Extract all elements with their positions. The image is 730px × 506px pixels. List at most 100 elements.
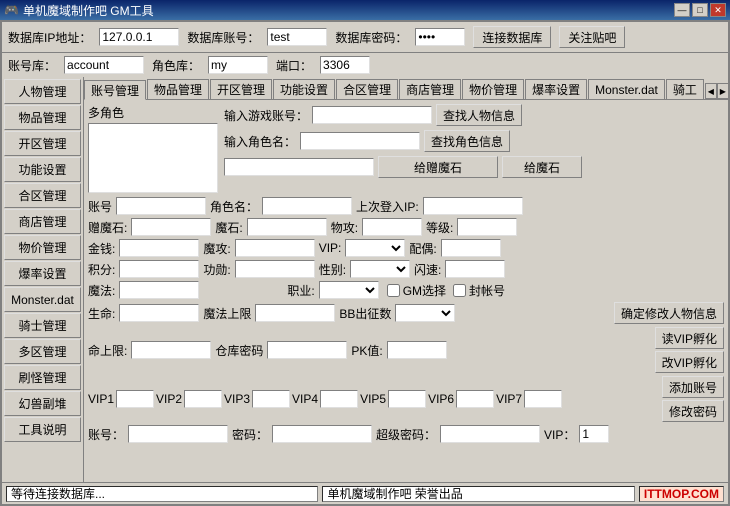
- bb-exp-select[interactable]: [395, 304, 455, 322]
- sidebar-item-merge[interactable]: 合区管理: [4, 183, 81, 208]
- add-account-button[interactable]: 添加账号: [662, 376, 724, 398]
- vip1-input[interactable]: [116, 390, 154, 408]
- status-bar: 等待连接数据库... 单机魔域制作吧 荣誉出品 ITTMOP.COM: [2, 482, 728, 504]
- spouse-label: 配偶:: [409, 240, 436, 257]
- tab-openzone[interactable]: 开区管理: [210, 79, 272, 99]
- role-name-label: 角色名：: [210, 198, 258, 215]
- sidebar-item-multizone[interactable]: 多区管理: [4, 339, 81, 364]
- sidebar-item-person[interactable]: 人物管理: [4, 79, 81, 104]
- sidebar-item-item[interactable]: 物品管理: [4, 105, 81, 130]
- warehouse-label: 仓库密码: [215, 342, 263, 359]
- role-name-input[interactable]: [262, 197, 352, 215]
- gift-stone-val-input[interactable]: [131, 218, 211, 236]
- sidebar-item-function[interactable]: 功能设置: [4, 157, 81, 182]
- read-vip-evolve-button[interactable]: 读VIP孵化: [655, 327, 724, 349]
- sidebar-item-monster[interactable]: Monster.dat: [4, 287, 81, 312]
- tab-monster[interactable]: Monster.dat: [588, 79, 665, 99]
- multi-char-section: 多角色 输入游戏账号： 查找人物信息 输入角色名： 查找角色信息: [88, 104, 724, 193]
- spouse-input[interactable]: [441, 239, 501, 257]
- tab-prev-button[interactable]: ◀: [705, 83, 717, 99]
- job-select[interactable]: [319, 281, 379, 299]
- tab-item[interactable]: 物品管理: [147, 79, 209, 99]
- connect-db-button[interactable]: 连接数据库: [473, 26, 551, 48]
- account-lib-label: 账号库：: [8, 57, 56, 74]
- db-account-label: 数据库账号：: [187, 29, 259, 46]
- vip7-input[interactable]: [524, 390, 562, 408]
- tab-next-button[interactable]: ▶: [717, 83, 728, 99]
- minimize-button[interactable]: —: [674, 3, 690, 17]
- sidebar-item-pet[interactable]: 幻兽副堆: [4, 391, 81, 416]
- vip5-input[interactable]: [388, 390, 426, 408]
- gift-stone-input[interactable]: [224, 158, 374, 176]
- tab-merge[interactable]: 合区管理: [336, 79, 398, 99]
- tab-nav: ◀ ▶: [705, 83, 728, 99]
- find-role-button[interactable]: 查找角色信息: [424, 130, 510, 152]
- gm-select-checkbox[interactable]: [387, 284, 400, 297]
- tab-extra[interactable]: 骑工: [666, 79, 704, 99]
- account-lib-input[interactable]: [64, 56, 144, 74]
- confirm-modify-button[interactable]: 确定修改人物信息: [614, 302, 724, 324]
- status-credit: 单机魔域制作吧 荣誉出品: [322, 486, 634, 502]
- tab-account[interactable]: 账号管理: [84, 80, 146, 100]
- sidebar-item-drop[interactable]: 爆率设置: [4, 261, 81, 286]
- pk-input[interactable]: [387, 341, 447, 359]
- vip3-input[interactable]: [252, 390, 290, 408]
- last-login-input[interactable]: [423, 197, 523, 215]
- tab-price[interactable]: 物价管理: [462, 79, 524, 99]
- sidebar-item-shop[interactable]: 商店管理: [4, 209, 81, 234]
- tab-function[interactable]: 功能设置: [273, 79, 335, 99]
- close-tieba-button[interactable]: 关注贴吧: [559, 26, 625, 48]
- vip4-input[interactable]: [320, 390, 358, 408]
- phys-atk-input[interactable]: [362, 218, 422, 236]
- max-hp-input[interactable]: [131, 341, 211, 359]
- change-vip-evolve-button[interactable]: 改VIP孵化: [655, 351, 724, 373]
- maxhp-warehouse-row: 命上限: 仓库密码 PK值: 读VIP孵化 改VIP孵化: [88, 327, 724, 373]
- warehouse-input[interactable]: [267, 341, 347, 359]
- vip6-input[interactable]: [456, 390, 494, 408]
- sidebar-item-tools[interactable]: 工具说明: [4, 417, 81, 442]
- account-input[interactable]: [116, 197, 206, 215]
- account-label: 账号: [88, 198, 112, 215]
- flash-input[interactable]: [445, 260, 505, 278]
- maximize-button[interactable]: □: [692, 3, 708, 17]
- db-account-input[interactable]: [267, 28, 327, 46]
- magic-input[interactable]: [119, 281, 199, 299]
- role-lib-input[interactable]: [208, 56, 268, 74]
- find-person-button[interactable]: 查找人物信息: [436, 104, 522, 126]
- db-password-input[interactable]: [415, 28, 465, 46]
- change-password-button[interactable]: 修改密码: [662, 400, 724, 422]
- search-role-input[interactable]: [300, 132, 420, 150]
- sidebar-item-knight[interactable]: 骑士管理: [4, 313, 81, 338]
- vip5-label: VIP5: [360, 392, 386, 406]
- give-stone-button[interactable]: 给魔石: [502, 156, 582, 178]
- password-input[interactable]: [272, 425, 372, 443]
- vip2-input[interactable]: [184, 390, 222, 408]
- bottom-account-input[interactable]: [128, 425, 228, 443]
- tab-drop[interactable]: 爆率设置: [525, 79, 587, 99]
- magic-atk-input[interactable]: [235, 239, 315, 257]
- close-button[interactable]: ✕: [710, 3, 726, 17]
- sidebar-item-open[interactable]: 开区管理: [4, 131, 81, 156]
- magic-max-input[interactable]: [255, 304, 335, 322]
- db-ip-input[interactable]: [99, 28, 179, 46]
- vip-select[interactable]: 123: [345, 239, 405, 257]
- vip-bottom-input[interactable]: [579, 425, 609, 443]
- super-password-input[interactable]: [440, 425, 540, 443]
- hp-input[interactable]: [119, 304, 199, 322]
- gold-input[interactable]: [119, 239, 199, 257]
- merit-input[interactable]: [235, 260, 315, 278]
- search-account-input[interactable]: [312, 106, 432, 124]
- magic-stone-val-input[interactable]: [247, 218, 327, 236]
- gift-stone-button[interactable]: 给赠魔石: [378, 156, 498, 178]
- sidebar-item-price[interactable]: 物价管理: [4, 235, 81, 260]
- sidebar-item-spawn[interactable]: 刷怪管理: [4, 365, 81, 390]
- last-login-label: 上次登入IP:: [356, 198, 419, 215]
- seal-checkbox[interactable]: [453, 284, 466, 297]
- score-input[interactable]: [119, 260, 199, 278]
- stats-row-4: 魔法: 职业: GM选择 封帐号: [88, 281, 724, 299]
- gm-select-label: GM选择: [403, 282, 446, 299]
- port-input[interactable]: [320, 56, 370, 74]
- level-input[interactable]: [457, 218, 517, 236]
- sex-select[interactable]: 男女: [350, 260, 410, 278]
- tab-shop[interactable]: 商店管理: [399, 79, 461, 99]
